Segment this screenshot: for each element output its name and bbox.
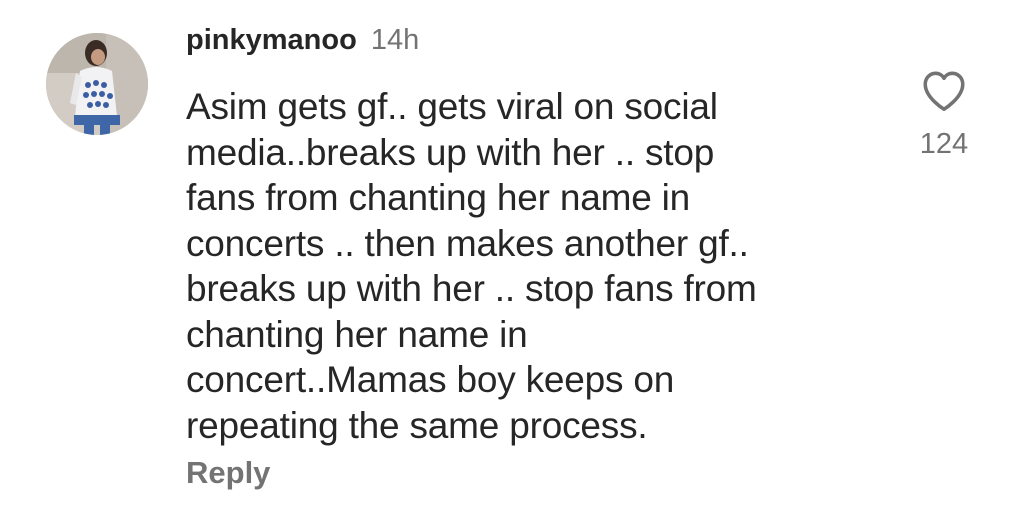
comment-header: pinkymanoo 14h	[186, 24, 419, 68]
comment-text-line: fans from chanting her name in	[186, 177, 691, 218]
comment: pinkymanoo 14h Asim gets gf.. gets viral…	[0, 0, 1024, 506]
comment-text-line: breaks up with her .. stop fans from	[186, 268, 757, 309]
timestamp[interactable]: 14h	[371, 24, 419, 57]
avatar[interactable]	[46, 33, 148, 135]
heart-outline-icon[interactable]	[919, 66, 969, 116]
comment-text-line: repeating the same process.	[186, 404, 648, 446]
like-count: 124	[919, 128, 969, 160]
avatar-photo	[46, 33, 148, 135]
comment-text-line: media..breaks up with her .. stop	[186, 131, 715, 173]
comment-text-line: concerts .. then makes another gf..	[186, 222, 749, 264]
comment-text-line: chanting her name in	[186, 313, 528, 355]
comment-text: Asim gets gf.. gets viral on social medi…	[186, 84, 886, 448]
like-control: 124	[912, 66, 976, 160]
comment-text-line: Asim gets gf.. gets viral on social	[186, 86, 718, 127]
comment-text-line: concert..Mamas boy keeps on	[186, 359, 675, 400]
reply-button[interactable]: Reply	[186, 455, 270, 491]
username[interactable]: pinkymanoo	[186, 24, 357, 57]
